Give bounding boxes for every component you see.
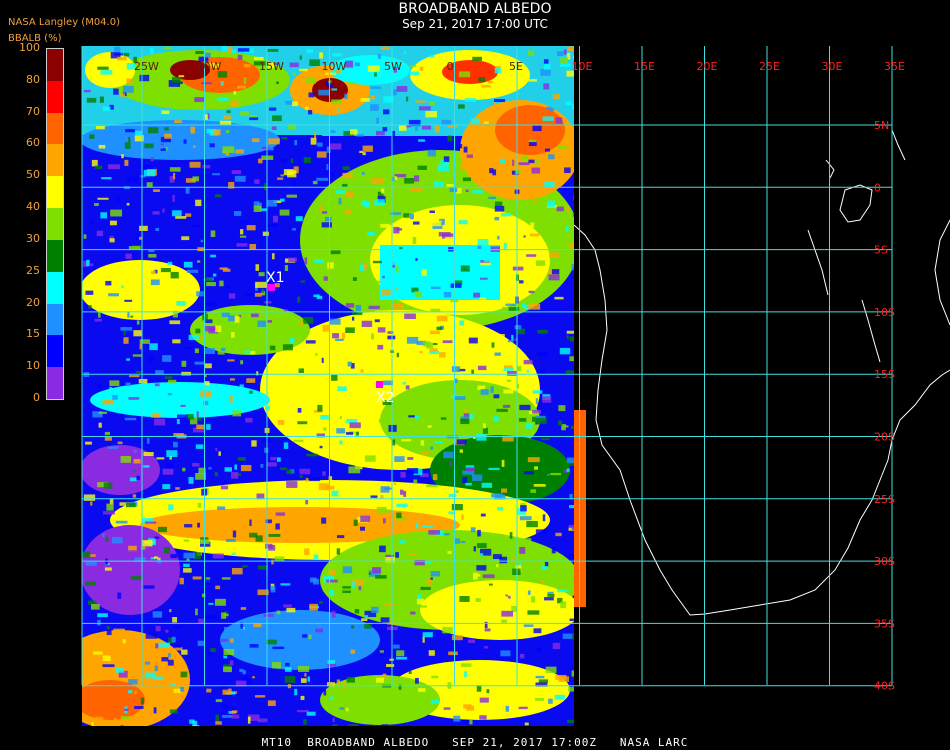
longitude-label: 20W	[197, 60, 222, 73]
latitude-label: 5S	[874, 244, 888, 257]
longitude-label: 10W	[322, 60, 347, 73]
latitude-label: 5N	[874, 119, 889, 132]
longitude-label: 15E	[634, 60, 655, 73]
latitude-label: 0	[874, 181, 881, 194]
marker-x2	[376, 381, 383, 388]
latitude-label: 20S	[874, 431, 895, 444]
latitude-label: 40S	[874, 680, 895, 693]
latitude-label: 10S	[874, 306, 895, 319]
longitude-label: 30E	[822, 60, 843, 73]
longitude-label: 35E	[884, 60, 905, 73]
longitude-label: 20E	[697, 60, 718, 73]
longitude-label: 25W	[134, 60, 159, 73]
footer-caption: MT10 BROADBAND ALBEDO SEP 21, 2017 17:00…	[261, 736, 689, 749]
longitude-label: 25E	[759, 60, 780, 73]
longitude-label: 5E	[509, 60, 523, 73]
marker-x2-label: X2	[376, 390, 395, 406]
satellite-albedo-image	[82, 46, 574, 726]
africa-east-coast	[934, 219, 950, 326]
longitude-label: 5W	[384, 60, 402, 73]
lake-tanganyika-outline	[807, 229, 829, 296]
longitude-label: 10E	[572, 60, 593, 73]
latitude-label: 35S	[874, 617, 895, 630]
longitude-label: 0	[447, 60, 454, 73]
lake-turkana-outline	[891, 129, 906, 161]
latitude-label: 15S	[874, 368, 895, 381]
albedo-map: 25W 20W 15W 10W 5W 0 5E 10E 15E 20E 25E 30E 35E 5N 0 5S…	[81, 46, 950, 726]
latitude-label: 25S	[874, 493, 895, 506]
marker-x1-label: X1	[266, 270, 285, 286]
latitude-label: 30S	[874, 555, 895, 568]
longitude-label: 15W	[259, 60, 284, 73]
lake-victoria-outline	[839, 184, 873, 223]
